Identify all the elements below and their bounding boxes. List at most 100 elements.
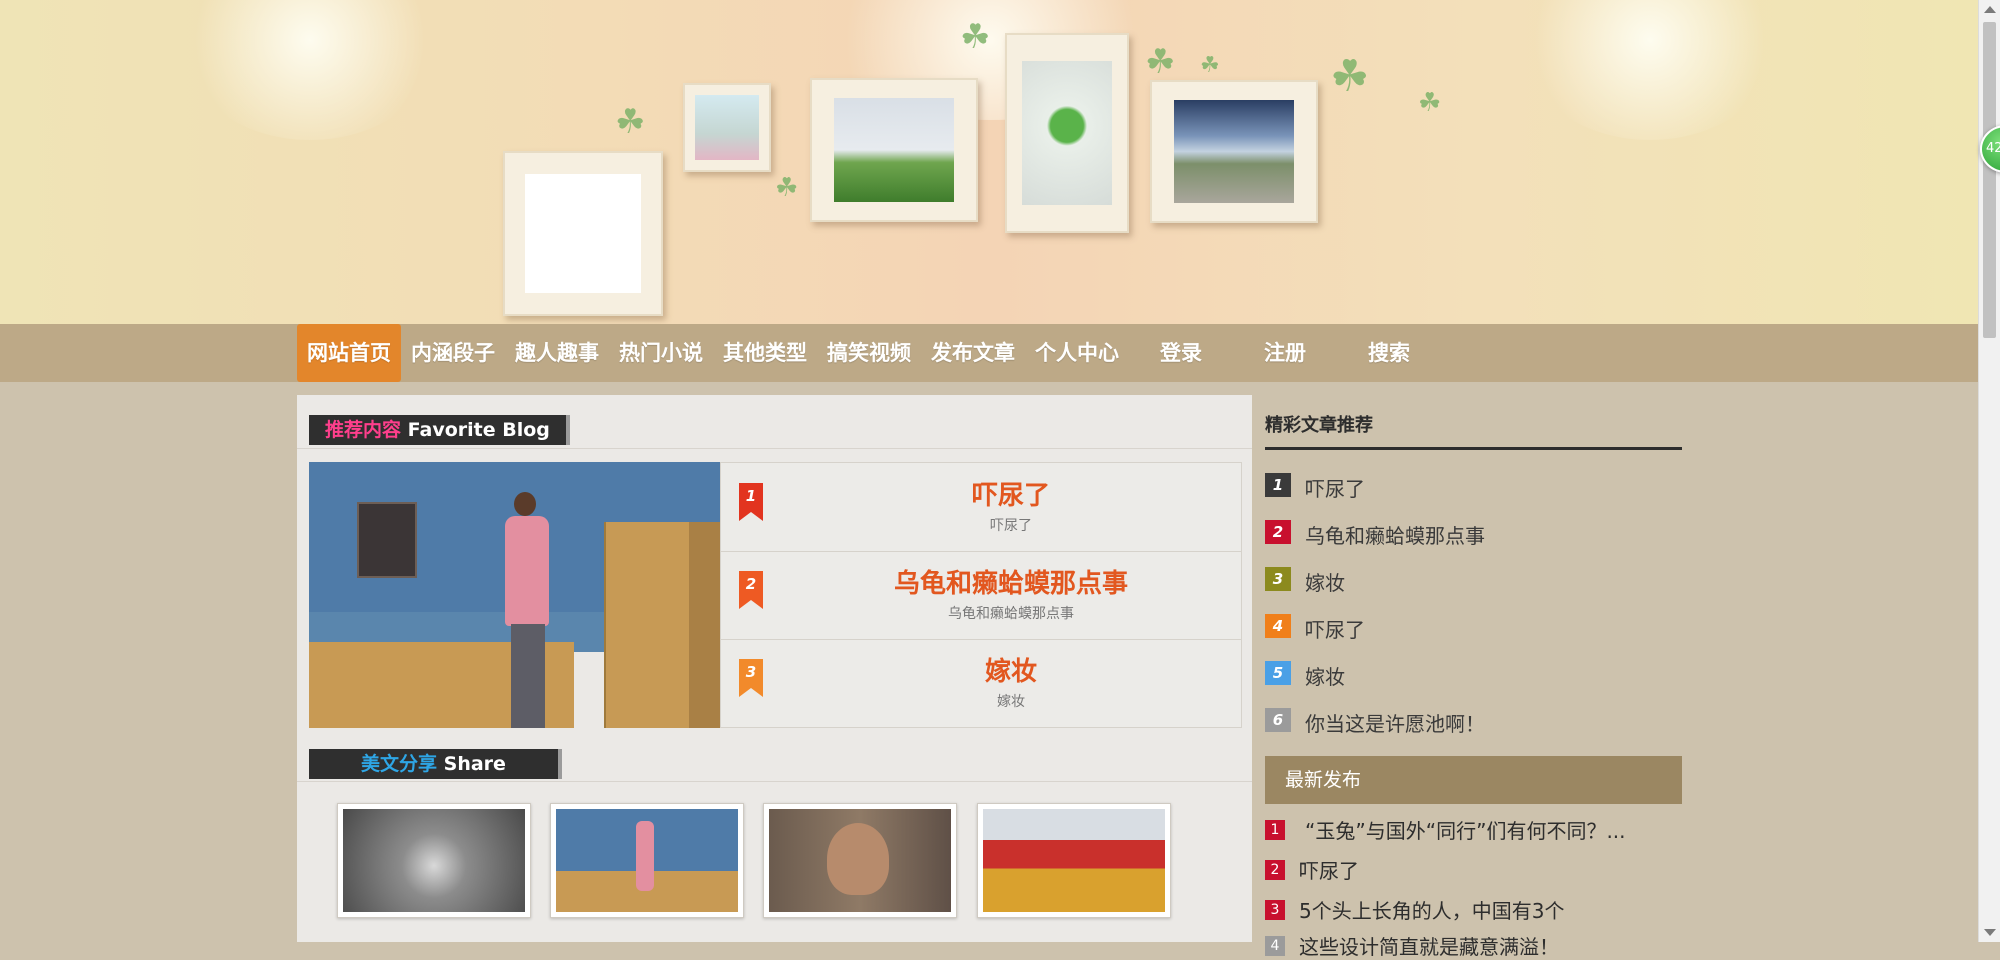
- frame-picture: [1173, 100, 1295, 203]
- image-fridge: [604, 522, 691, 728]
- section-tab-cn: 美文分享: [361, 753, 438, 775]
- thumbnail-image: [556, 809, 738, 912]
- clover-icon: ☘: [960, 17, 991, 57]
- latest-item[interactable]: 4 这些设计简直就是藏意满溢！: [1265, 930, 1682, 960]
- scroll-down-icon[interactable]: [1984, 929, 1996, 936]
- thumbnail-figure: [636, 821, 654, 891]
- rank-text[interactable]: 乌龟和癞蛤蟆那点事: [1305, 520, 1485, 549]
- featured-subtitle: 嫁妆: [997, 694, 1025, 710]
- section-divider: [297, 781, 1252, 782]
- sidebar-rank-item[interactable]: 2 乌龟和癞蛤蟆那点事: [1265, 518, 1682, 548]
- clover-icon: ☘: [775, 173, 799, 203]
- rank-badge: 2: [1265, 520, 1291, 544]
- image-chalkboard: [357, 502, 417, 578]
- latest-badge: 4: [1265, 936, 1285, 956]
- header-banner: ☘ ☘ ☘ ☘ ☘ ☘ ☘: [0, 0, 1978, 324]
- nav-item-home[interactable]: 网站首页: [297, 324, 401, 382]
- image-person-head: [514, 492, 536, 516]
- thumbnail-image: [343, 809, 525, 912]
- latest-badge: 2: [1265, 860, 1285, 880]
- photo-frame: [503, 151, 663, 316]
- latest-item[interactable]: 2 吓尿了: [1265, 854, 1682, 884]
- featured-item[interactable]: 1 吓尿了 吓尿了: [721, 463, 1241, 552]
- rank-text[interactable]: 嫁妆: [1305, 567, 1345, 596]
- section-tab-recommended: 推荐内容 Favorite Blog: [309, 415, 566, 445]
- nav-item-register[interactable]: 注册: [1233, 324, 1337, 382]
- section-tab-share: 美文分享 Share: [309, 749, 558, 779]
- latest-header: 最新发布: [1265, 756, 1682, 804]
- rank-ribbon-icon: 1: [739, 483, 763, 521]
- section-divider: [297, 448, 1252, 449]
- photo-frame: [1150, 80, 1318, 223]
- latest-text[interactable]: 这些设计简直就是藏意满溢！: [1299, 931, 1679, 960]
- sidebar: 精彩文章推荐 1 吓尿了 2 乌龟和癞蛤蟆那点事 3 嫁妆 4 吓尿了 5 嫁妆…: [1265, 395, 1682, 959]
- nav-item-search[interactable]: 搜索: [1337, 324, 1441, 382]
- featured-item[interactable]: 2 乌龟和癞蛤蟆那点事 乌龟和癞蛤蟆那点事: [721, 551, 1241, 640]
- rank-text[interactable]: 吓尿了: [1305, 614, 1365, 643]
- section-tab-en: Share: [443, 753, 506, 775]
- sidebar-title: 精彩文章推荐: [1265, 415, 1373, 436]
- latest-item[interactable]: 3 5个头上长角的人，中国有3个: [1265, 894, 1682, 924]
- featured-item[interactable]: 3 嫁妆 嫁妆: [721, 639, 1241, 727]
- rank-text[interactable]: 你当这是许愿池啊！: [1305, 708, 1485, 737]
- featured-title[interactable]: 嫁妆: [781, 651, 1241, 688]
- nav-item-jokes[interactable]: 内涵段子: [401, 324, 505, 382]
- featured-image[interactable]: [309, 462, 720, 728]
- ribbon-number: 3: [745, 663, 757, 681]
- share-thumbnail[interactable]: [977, 803, 1171, 918]
- rank-ribbon-icon: 2: [739, 571, 763, 609]
- rank-badge: 1: [1265, 473, 1291, 497]
- rank-badge: 4: [1265, 614, 1291, 638]
- sidebar-rank-item[interactable]: 4 吓尿了: [1265, 612, 1682, 642]
- photo-frame: [810, 78, 978, 222]
- nav-item-novels[interactable]: 热门小说: [609, 324, 713, 382]
- sidebar-divider: [1265, 447, 1682, 450]
- frame-picture: [1022, 61, 1112, 205]
- photo-frame: [683, 83, 771, 172]
- latest-text[interactable]: 5个头上长角的人，中国有3个: [1299, 895, 1679, 924]
- rank-ribbon-icon: 3: [739, 659, 763, 697]
- nav-item-videos[interactable]: 搞笑视频: [817, 324, 921, 382]
- featured-subtitle: 乌龟和癞蛤蟆那点事: [948, 606, 1074, 622]
- latest-text[interactable]: 吓尿了: [1299, 855, 1679, 884]
- rank-badge: 6: [1265, 708, 1291, 732]
- main-content: 推荐内容 Favorite Blog 1 吓尿了 吓尿了 2 乌龟和癞蛤蟆那点事…: [297, 395, 1252, 942]
- latest-text[interactable]: “玉兔”与国外“同行”们有何不同？...: [1305, 815, 1679, 844]
- sidebar-rank-item[interactable]: 1 吓尿了: [1265, 471, 1682, 501]
- ribbon-number: 2: [745, 575, 757, 593]
- clover-icon: ☘: [1145, 42, 1176, 82]
- featured-title[interactable]: 吓尿了: [781, 475, 1241, 512]
- scroll-up-icon[interactable]: [1984, 6, 1996, 13]
- photo-frame: [1005, 33, 1129, 233]
- nav-item-fun-people[interactable]: 趣人趣事: [505, 324, 609, 382]
- scrollbar-thumb[interactable]: [1983, 22, 1996, 338]
- section-tab-en: Favorite Blog: [407, 419, 550, 441]
- section-tab-cn: 推荐内容: [325, 419, 402, 441]
- nav-item-publish[interactable]: 发布文章: [921, 324, 1025, 382]
- latest-badge: 3: [1265, 900, 1285, 920]
- share-thumbnail[interactable]: [763, 803, 957, 918]
- nav-item-login[interactable]: 登录: [1129, 324, 1233, 382]
- thumbnail-image: [769, 809, 951, 912]
- clover-icon: ☘: [1418, 88, 1442, 118]
- rank-text[interactable]: 嫁妆: [1305, 661, 1345, 690]
- latest-badge: 1: [1265, 820, 1285, 840]
- nav-item-profile[interactable]: 个人中心: [1025, 324, 1129, 382]
- latest-item[interactable]: 1 “玉兔”与国外“同行”们有何不同？...: [1265, 814, 1682, 844]
- featured-subtitle: 吓尿了: [990, 518, 1032, 534]
- share-thumbnail[interactable]: [550, 803, 744, 918]
- share-thumbnail[interactable]: [337, 803, 531, 918]
- main-nav: 网站首页 内涵段子 趣人趣事 热门小说 其他类型 搞笑视频 发布文章 个人中心 …: [0, 324, 1978, 382]
- sidebar-rank-item[interactable]: 5 嫁妆: [1265, 659, 1682, 689]
- sidebar-rank-item[interactable]: 3 嫁妆: [1265, 565, 1682, 595]
- featured-list: 1 吓尿了 吓尿了 2 乌龟和癞蛤蟆那点事 乌龟和癞蛤蟆那点事 3 嫁妆 嫁妆: [720, 462, 1242, 728]
- sidebar-rank-item[interactable]: 6 你当这是许愿池啊！: [1265, 706, 1682, 736]
- rank-text[interactable]: 吓尿了: [1305, 473, 1365, 502]
- frame-picture: [695, 95, 759, 160]
- ribbon-number: 1: [745, 487, 757, 505]
- nav-item-other[interactable]: 其他类型: [713, 324, 817, 382]
- banner-light: [1520, 0, 1780, 140]
- banner-light: [180, 0, 440, 140]
- rank-badge: 5: [1265, 661, 1291, 685]
- featured-title[interactable]: 乌龟和癞蛤蟆那点事: [781, 563, 1241, 600]
